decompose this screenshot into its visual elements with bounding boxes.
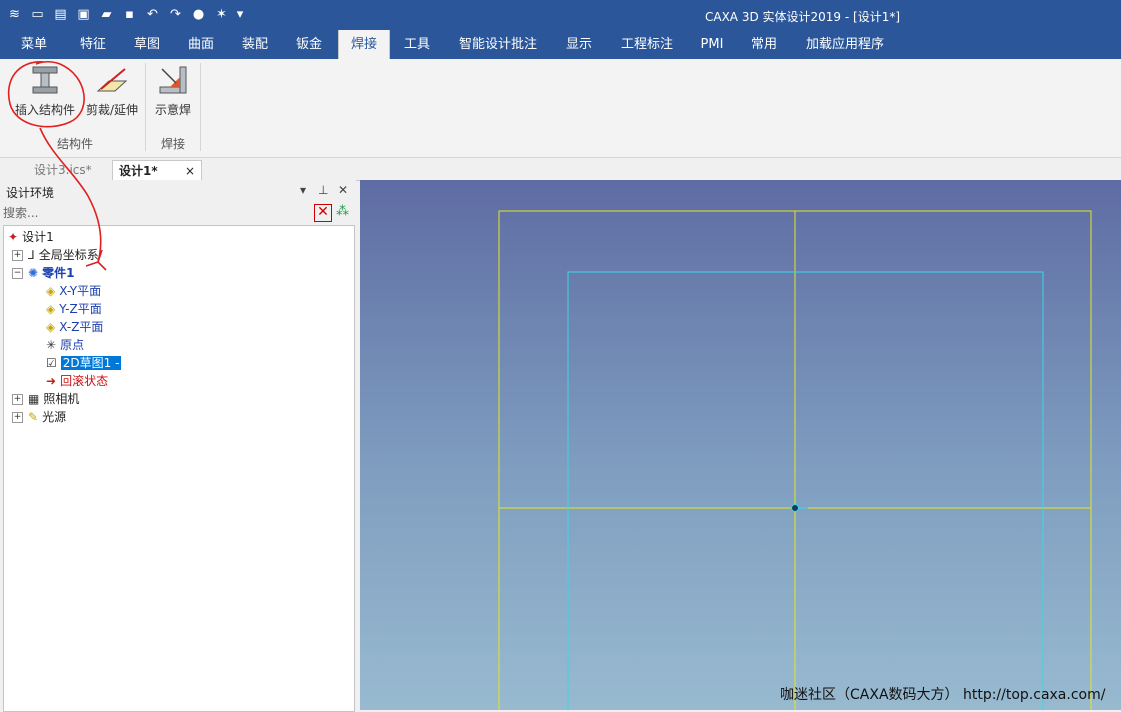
design-environment-panel: 设计环境 ▾ ⊥ ✕ 搜索... ✕ ⁂ ✦ 设计1 + ⅃ 全局坐标系 − ✺ 零件… [0, 180, 356, 712]
3d-viewport[interactable] [360, 180, 1121, 710]
document-tabs: 设计3.ics* 设计1* × [0, 158, 1121, 181]
tree-item-light[interactable]: ✎ 光源 [28, 408, 66, 426]
new-icon[interactable]: ▭ [27, 4, 48, 25]
tree-item-global-coords[interactable]: ⅃ 全局坐标系 [28, 246, 99, 264]
undo-icon[interactable]: ↶ [142, 4, 163, 25]
tab-sheetmetal[interactable]: 钣金 [286, 30, 332, 59]
save-icon[interactable]: ▪ [119, 4, 140, 25]
tree-item-root[interactable]: ✦ 设计1 [8, 228, 54, 246]
expand-icon[interactable]: + [12, 394, 23, 405]
tab-assembly[interactable]: 装配 [232, 30, 278, 59]
tab-weld[interactable]: 焊接 [338, 30, 390, 59]
search-input[interactable]: 搜索... [3, 203, 309, 223]
expand-icon[interactable]: + [12, 412, 23, 423]
origin-icon: ✳ [46, 338, 57, 352]
group-divider [200, 63, 201, 151]
plane-icon: ◈ [46, 320, 56, 334]
sparkle-icon[interactable]: ✶ [211, 4, 232, 25]
tab-sketch[interactable]: 草图 [124, 30, 170, 59]
tree-item-sketch[interactable]: ☑ 2D草图1 - [46, 354, 122, 372]
tab-load-apps[interactable]: 加载应用程序 [798, 30, 892, 59]
tab-feature[interactable]: 特征 [70, 30, 116, 59]
import-icon[interactable]: ▣ [73, 4, 94, 25]
design-tree: ✦ 设计1 + ⅃ 全局坐标系 − ✺ 零件1 ◈ X-Y平面 ◈ Y-Z平面 ◈ X-Z平… [3, 225, 355, 712]
arrow-right-icon: ➜ [46, 374, 57, 388]
tab-menu[interactable]: 菜单 [12, 30, 56, 59]
tree-item-origin[interactable]: ✳ 原点 [46, 336, 84, 354]
dropdown-icon[interactable]: ▾ [300, 183, 306, 197]
sketch-canvas [498, 210, 1092, 710]
tab-surface[interactable]: 曲面 [178, 30, 224, 59]
weld-indicate-button[interactable]: 示意焊 [150, 63, 196, 121]
menu-bar: 菜单 特征 草图 曲面 装配 钣金 焊接 工具 智能设计批注 显示 工程标注 P… [0, 30, 1121, 59]
open-icon[interactable]: ▤ [50, 4, 71, 25]
group-divider [145, 63, 146, 151]
close-icon[interactable]: × [185, 161, 195, 181]
collapse-icon[interactable]: − [12, 268, 23, 279]
expand-icon[interactable]: + [12, 250, 23, 261]
dropdown-icon[interactable]: ▾ [234, 4, 246, 25]
pin-icon[interactable]: ⊥ [318, 183, 328, 197]
folder-icon[interactable]: ▰ [96, 4, 117, 25]
axis-icon: ⅃ [28, 248, 35, 262]
tab-smart-annotation[interactable]: 智能设计批注 [452, 30, 544, 59]
weld-icon [159, 66, 187, 94]
origin-point[interactable] [791, 504, 799, 512]
sketch-icon: ☑ [46, 356, 57, 370]
group-label-structure: 结构件 [56, 137, 93, 151]
plane-icon: ◈ [46, 302, 56, 316]
tree-item-rollback[interactable]: ➜ 回滚状态 [46, 372, 108, 390]
camera-icon: ▦ [28, 392, 40, 406]
trim-extend-icon [96, 68, 128, 92]
tree-item-yz-plane[interactable]: ◈ Y-Z平面 [46, 300, 102, 318]
tree-item-part[interactable]: ✺ 零件1 [28, 264, 74, 282]
light-icon: ✎ [28, 410, 39, 424]
render-icon[interactable]: ● [188, 4, 209, 25]
part-icon: ✺ [28, 266, 39, 280]
ibeam-icon [32, 66, 58, 94]
close-icon[interactable]: ✕ [338, 183, 348, 197]
tree-item-xz-plane[interactable]: ◈ X-Z平面 [46, 318, 103, 336]
tab-common[interactable]: 常用 [744, 30, 784, 59]
plane-icon: ◈ [46, 284, 56, 298]
tree-item-xy-plane[interactable]: ◈ X-Y平面 [46, 282, 101, 300]
app-menu-icon[interactable]: ≋ [4, 4, 25, 25]
insert-structure-label: 插入结构件 [14, 103, 75, 117]
tree-item-camera[interactable]: ▦ 照相机 [28, 390, 79, 408]
tab-engineering-annotation[interactable]: 工程标注 [614, 30, 680, 59]
clear-filter-icon[interactable]: ✕ [314, 204, 332, 222]
filter-icon[interactable]: ⁂ [336, 204, 349, 219]
window-title: CAXA 3D 实体设计2019 - [设计1*] [705, 10, 901, 24]
tab-tools[interactable]: 工具 [394, 30, 440, 59]
weld-indicate-label: 示意焊 [154, 103, 191, 117]
assembly-icon: ✦ [8, 230, 19, 244]
panel-title: 设计环境 [6, 186, 55, 200]
quick-access-toolbar: ≋ ▭ ▤ ▣ ▰ ▪ ↶ ↷ ● ✶ ▾ [4, 4, 246, 25]
trim-extend-button[interactable]: 剪裁/延伸 [82, 63, 142, 121]
doc-tab-design1[interactable]: 设计1* × [112, 160, 202, 181]
group-label-weld: 焊接 [160, 137, 185, 151]
tab-pmi[interactable]: PMI [692, 30, 732, 59]
watermark-text: 咖迷社区（CAXA数码大方） http://top.caxa.com/ [780, 687, 1106, 703]
doc-tab-design3[interactable]: 设计3.ics* [34, 160, 92, 180]
doc-tab-label: 设计1* [119, 164, 158, 178]
trim-extend-label: 剪裁/延伸 [85, 103, 139, 117]
redo-icon[interactable]: ↷ [165, 4, 186, 25]
title-bar: ≋ ▭ ▤ ▣ ▰ ▪ ↶ ↷ ● ✶ ▾ CAXA 3D 实体设计2019 -… [0, 0, 1121, 30]
ribbon: 插入结构件 剪裁/延伸 示意焊 结构件 焊接 [0, 59, 1121, 158]
sketch-profile [567, 271, 1044, 710]
tab-display[interactable]: 显示 [556, 30, 602, 59]
insert-structure-button[interactable]: 插入结构件 [8, 63, 82, 121]
